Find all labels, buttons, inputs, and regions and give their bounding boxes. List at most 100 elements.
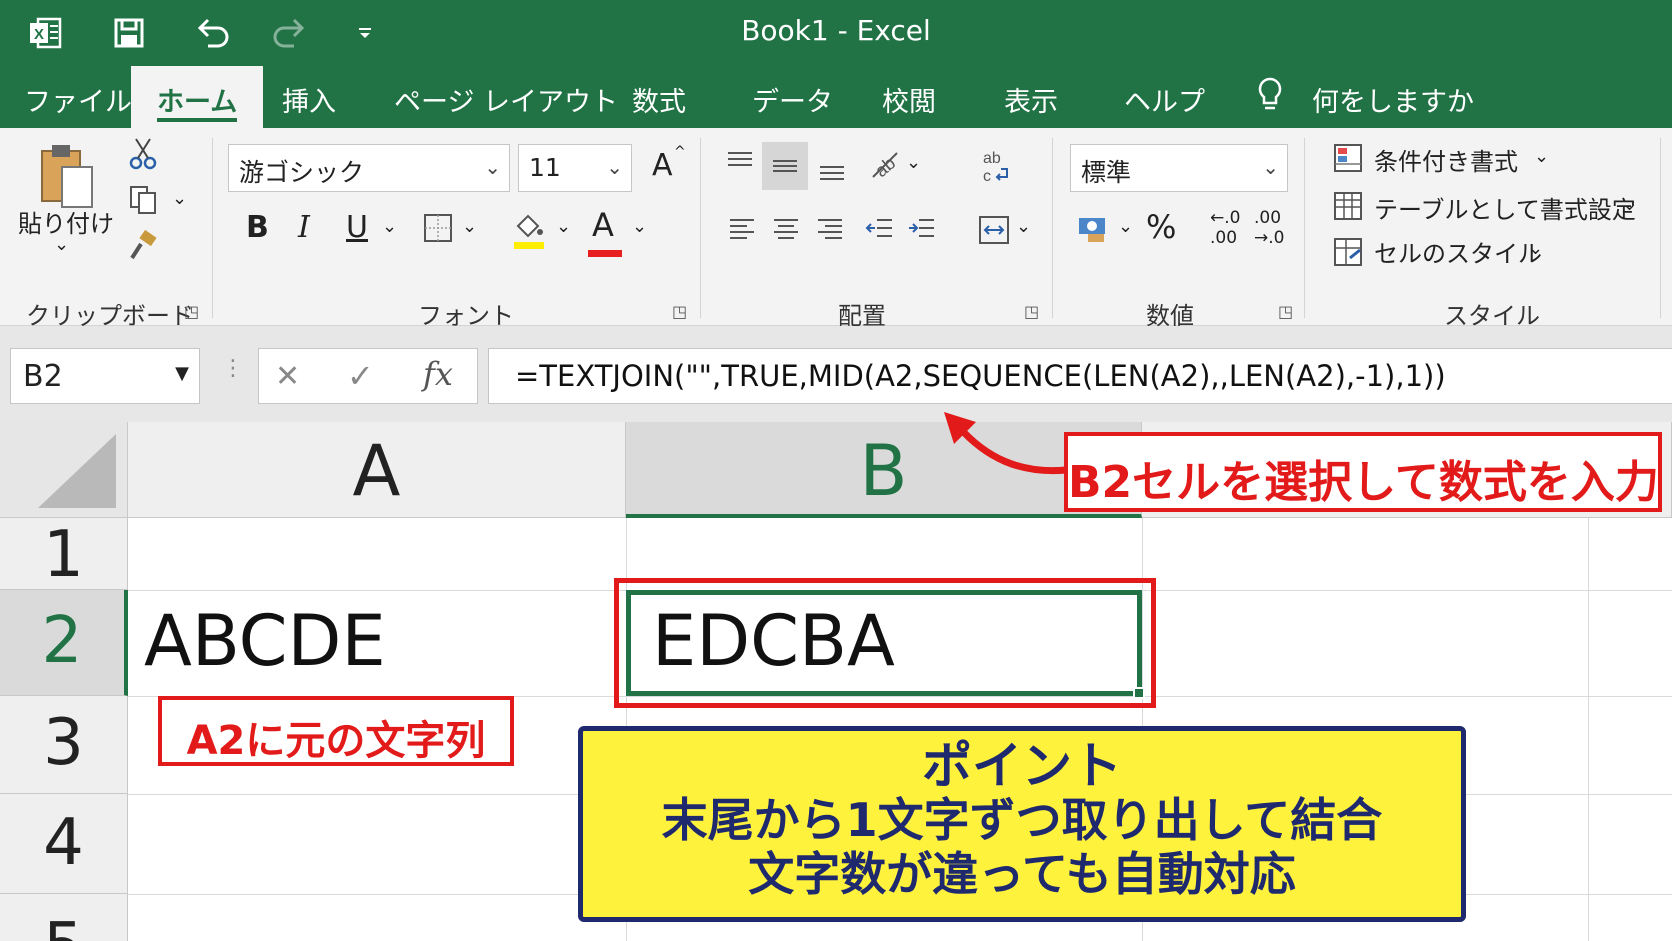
window-title: Book1 - Excel <box>741 14 931 47</box>
chevron-down-icon: ⌄ <box>606 155 623 179</box>
format-as-table-icon[interactable] <box>1330 188 1366 224</box>
align-right-icon[interactable] <box>812 212 848 248</box>
cell-styles-icon[interactable] <box>1330 234 1366 270</box>
name-box-value: B2 <box>23 359 63 394</box>
borders-dropdown-icon[interactable]: ⌄ <box>462 216 477 237</box>
fill-color-icon[interactable] <box>508 208 548 252</box>
title-bar: X Book1 - Excel <box>0 0 1672 66</box>
tab-file[interactable]: ファイル <box>24 80 132 119</box>
increase-decimal-top: ←.0 <box>1210 208 1241 228</box>
name-box[interactable]: B2 ▼ <box>10 348 200 404</box>
caret-up-icon: ^ <box>674 144 686 160</box>
clipboard-launcher-icon[interactable]: ◳ <box>184 302 199 321</box>
select-all-corner[interactable] <box>0 422 128 518</box>
paste-dropdown-icon[interactable]: ⌄ <box>54 234 69 255</box>
tab-help[interactable]: ヘルプ <box>1124 80 1205 119</box>
a2-callout: A2に元の文字列 <box>158 696 514 766</box>
copy-icon[interactable] <box>124 182 162 218</box>
conditional-formatting-icon[interactable] <box>1330 140 1366 176</box>
bold-button[interactable]: B <box>246 210 269 245</box>
tab-formulas[interactable]: 数式 <box>632 80 686 119</box>
align-top-icon[interactable] <box>722 144 758 180</box>
cancel-icon[interactable]: ✕ <box>275 359 300 394</box>
copy-dropdown-icon[interactable]: ⌄ <box>172 188 187 209</box>
underline-dropdown-icon[interactable]: ⌄ <box>382 216 397 237</box>
row-header-3[interactable]: 3 <box>0 696 128 794</box>
underline-button[interactable]: U <box>346 210 368 245</box>
increase-decimal-button[interactable]: ←.0 .00 <box>1210 208 1240 248</box>
align-middle-icon[interactable] <box>762 142 808 190</box>
font-size-combo[interactable]: 11 ⌄ <box>518 144 632 192</box>
increase-indent-icon[interactable] <box>904 212 940 248</box>
align-left-icon[interactable] <box>724 212 760 248</box>
group-separator <box>700 138 701 318</box>
callout-arrow-icon <box>944 412 1067 475</box>
format-as-table-button[interactable]: テーブルとして書式設定 <box>1374 190 1636 225</box>
enter-icon[interactable]: ✓ <box>347 357 374 395</box>
cell-a2[interactable]: ABCDE <box>144 600 386 682</box>
align-center-icon[interactable] <box>768 212 804 248</box>
chevron-down-icon[interactable]: ⌄ <box>1528 238 1543 259</box>
insert-function-button[interactable]: fx <box>423 355 453 393</box>
number-launcher-icon[interactable]: ◳ <box>1278 302 1293 321</box>
row-header-4[interactable]: 4 <box>0 794 128 894</box>
font-name-combo[interactable]: 游ゴシック ⌄ <box>228 144 510 192</box>
decrease-decimal-button[interactable]: .00 →.0 <box>1254 208 1284 248</box>
formula-callout: B2セルを選択して数式を入力 <box>1064 432 1662 512</box>
orientation-icon[interactable]: ab <box>864 144 904 184</box>
font-launcher-icon[interactable]: ◳ <box>672 302 687 321</box>
increase-decimal-bottom: .00 <box>1210 228 1238 248</box>
grow-font-button[interactable]: A <box>652 148 673 183</box>
tab-data[interactable]: データ <box>752 80 833 119</box>
number-format-value: 標準 <box>1081 158 1132 187</box>
orientation-dropdown-icon[interactable]: ⌄ <box>906 152 921 173</box>
cell-styles-button[interactable]: セルのスタイル <box>1374 234 1542 269</box>
italic-button[interactable]: I <box>298 210 310 245</box>
decrease-decimal-top: .00 <box>1254 208 1282 228</box>
tab-insert[interactable]: 挿入 <box>282 80 336 119</box>
font-color-button[interactable]: A <box>592 206 614 244</box>
formula-bar: B2 ▼ ⋮ ✕ ✓ fx =TEXTJOIN("",TRUE,MID(A2,S… <box>0 326 1672 422</box>
lightbulb-icon[interactable] <box>1252 74 1288 116</box>
tab-home[interactable]: ホーム <box>131 66 264 128</box>
svg-text:ab: ab <box>871 153 899 181</box>
column-header-a[interactable]: A <box>128 422 626 518</box>
wrap-text-icon[interactable]: ab c <box>976 144 1016 188</box>
tell-me-search[interactable]: 何をしますか <box>1312 80 1474 119</box>
currency-dropdown-icon[interactable]: ⌄ <box>1118 216 1133 237</box>
chevron-down-icon[interactable]: ⌄ <box>1622 194 1637 215</box>
b2-highlight-frame <box>614 578 1156 708</box>
align-bottom-icon[interactable] <box>814 152 850 188</box>
font-color-dropdown-icon[interactable]: ⌄ <box>632 216 647 237</box>
formula-buttons: ✕ ✓ fx <box>258 348 478 404</box>
format-painter-icon[interactable] <box>124 228 162 264</box>
drag-handle-icon[interactable]: ⋮ <box>222 356 244 381</box>
cut-icon[interactable] <box>124 136 162 172</box>
fill-color-dropdown-icon[interactable]: ⌄ <box>556 216 571 237</box>
font-name-value: 游ゴシック <box>239 158 365 187</box>
decrease-indent-icon[interactable] <box>862 212 898 248</box>
row-header-2[interactable]: 2 <box>0 590 128 696</box>
tab-view[interactable]: 表示 <box>1004 80 1058 119</box>
chevron-down-icon: ⌄ <box>484 155 501 179</box>
conditional-formatting-button[interactable]: 条件付き書式 <box>1374 142 1518 177</box>
grid-line <box>1588 518 1589 941</box>
currency-icon[interactable] <box>1074 208 1114 250</box>
row-header-1[interactable]: 1 <box>0 518 128 592</box>
number-format-combo[interactable]: 標準 ⌄ <box>1070 144 1288 192</box>
chevron-down-icon[interactable]: ⌄ <box>1534 146 1549 167</box>
tab-review[interactable]: 校閲 <box>882 80 936 119</box>
percent-button[interactable]: % <box>1146 208 1176 246</box>
point-title: ポイント <box>922 737 1122 795</box>
borders-icon[interactable] <box>420 208 456 248</box>
tab-page-layout[interactable]: ページ レイアウト <box>394 80 618 119</box>
merge-center-icon[interactable] <box>974 210 1014 250</box>
point-line-2: 文字数が違っても自動対応 <box>748 847 1296 901</box>
alignment-launcher-icon[interactable]: ◳ <box>1024 302 1039 321</box>
font-size-value: 11 <box>529 153 561 182</box>
svg-text:c: c <box>983 168 991 185</box>
merge-dropdown-icon[interactable]: ⌄ <box>1016 216 1031 237</box>
row-header-5[interactable]: 5 <box>0 894 128 941</box>
point-box: ポイント 末尾から1文字ずつ取り出して結合 文字数が違っても自動対応 <box>578 726 1466 922</box>
formula-input[interactable]: =TEXTJOIN("",TRUE,MID(A2,SEQUENCE(LEN(A2… <box>488 348 1672 404</box>
